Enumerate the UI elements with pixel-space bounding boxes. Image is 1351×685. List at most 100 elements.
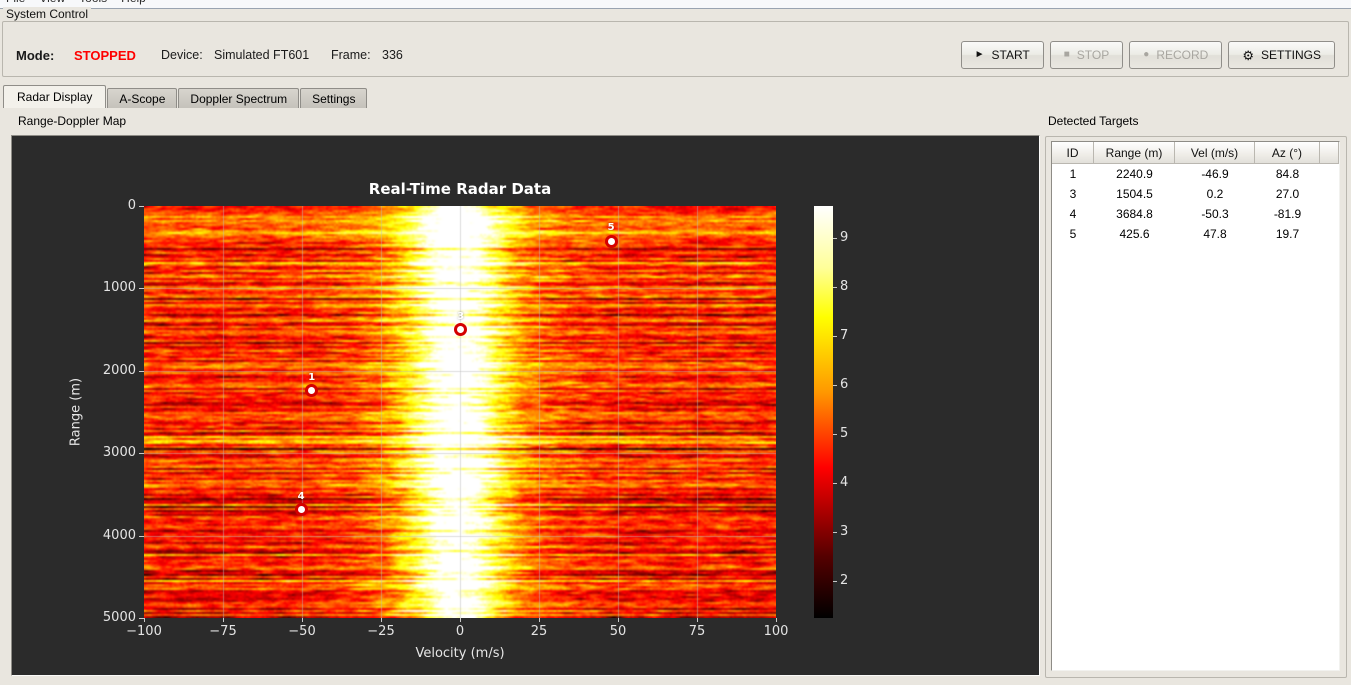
target-marker-label: 5 bbox=[607, 222, 615, 234]
menu-item-file[interactable]: File bbox=[6, 0, 25, 5]
x-tick-label: 50 bbox=[609, 624, 627, 639]
target-marker-4[interactable] bbox=[294, 503, 308, 517]
y-tick-label: 2000 bbox=[102, 362, 136, 378]
x-tick-label: −100 bbox=[126, 624, 162, 639]
table-cell: 0.2 bbox=[1206, 187, 1224, 201]
frame-label: Frame: bbox=[331, 48, 371, 62]
tab-settings[interactable]: Settings bbox=[300, 88, 368, 108]
y-tick-label: 5000 bbox=[102, 610, 136, 625]
x-tick-label: −25 bbox=[367, 624, 395, 639]
colorbar-tick-label: 6 bbox=[840, 376, 849, 392]
table-cell: 19.7 bbox=[1275, 227, 1300, 241]
table-cell: 4 bbox=[1069, 207, 1077, 221]
target-marker-label: 3 bbox=[457, 310, 465, 322]
colorbar-tick-label: 8 bbox=[840, 278, 849, 294]
y-tick bbox=[139, 288, 144, 290]
y-tick-label: 4000 bbox=[102, 527, 136, 543]
y-tick bbox=[139, 618, 144, 619]
column-header-filler bbox=[1320, 142, 1339, 164]
colorbar-tick-label: 9 bbox=[840, 229, 849, 245]
x-tick bbox=[460, 618, 461, 622]
target-marker-5[interactable] bbox=[604, 234, 618, 248]
colorbar-tick bbox=[833, 433, 837, 435]
mode-label: Mode: bbox=[16, 48, 55, 63]
colorbar-tick bbox=[833, 531, 837, 533]
x-tick-label: 100 bbox=[763, 624, 789, 639]
y-tick bbox=[139, 206, 144, 207]
table-cell: 1504.5 bbox=[1116, 187, 1153, 201]
column-header-vel-m-s-[interactable]: Vel (m/s) bbox=[1175, 142, 1255, 164]
tab-doppler-spectrum[interactable]: Doppler Spectrum bbox=[178, 88, 300, 108]
colorbar-tick bbox=[833, 286, 837, 288]
table-row[interactable]: 1 2240.9 -46.9 84.8 bbox=[1052, 164, 1339, 184]
y-tick-label: 1000 bbox=[102, 280, 136, 296]
target-marker-label: 1 bbox=[308, 371, 316, 383]
x-tick bbox=[697, 618, 698, 622]
table-cell: 2240.9 bbox=[1116, 167, 1153, 181]
table-cell: 5 bbox=[1069, 227, 1077, 241]
menu-item-view[interactable]: View bbox=[39, 0, 65, 5]
stop-icon: ■ bbox=[1063, 49, 1070, 60]
record-button-label: RECORD bbox=[1156, 48, 1209, 62]
device-value: Simulated FT601 bbox=[214, 48, 310, 62]
table-cell: 27.0 bbox=[1275, 187, 1300, 201]
column-header-range-m-[interactable]: Range (m) bbox=[1094, 142, 1175, 164]
table-cell: 84.8 bbox=[1275, 167, 1300, 181]
heatmap-canvas bbox=[144, 206, 776, 618]
table-cell: 3 bbox=[1069, 187, 1077, 201]
y-tick bbox=[139, 535, 144, 537]
targets-table: ID Range (m) Vel (m/s) Az (°) 1 2240.9 -46.9 8… bbox=[1051, 141, 1340, 671]
system-control-group: Mode: STOPPED Device: Simulated FT601 Fr… bbox=[2, 21, 1349, 77]
x-tick-label: 25 bbox=[530, 624, 548, 639]
system-control-group-label: System Control bbox=[3, 7, 92, 21]
colorbar bbox=[814, 206, 833, 618]
colorbar-tick bbox=[833, 237, 837, 239]
menu-bar: File View Tools Help bbox=[0, 0, 1351, 9]
table-row[interactable]: 5 425.6 47.8 19.7 bbox=[1052, 224, 1339, 244]
start-button[interactable]: ► START bbox=[960, 41, 1044, 69]
x-tick-label: −75 bbox=[209, 624, 237, 639]
colorbar-tick-label: 4 bbox=[840, 474, 849, 490]
detected-targets-group: ID Range (m) Vel (m/s) Az (°) 1 2240.9 -46.9 8… bbox=[1045, 136, 1347, 678]
colorbar-tick bbox=[833, 580, 837, 582]
colorbar-tick-label: 3 bbox=[840, 523, 849, 539]
table-row[interactable]: 4 3684.8 -50.3 -81.9 bbox=[1052, 204, 1339, 224]
colorbar-tick-label: 7 bbox=[840, 327, 849, 343]
settings-button[interactable]: ⚙ SETTINGS bbox=[1228, 41, 1335, 69]
x-tick bbox=[223, 618, 224, 622]
y-tick bbox=[139, 370, 144, 372]
column-header-id[interactable]: ID bbox=[1052, 142, 1094, 164]
start-button-label: START bbox=[991, 48, 1030, 62]
table-cell: -50.3 bbox=[1201, 207, 1229, 221]
menu-items: File View Tools Help bbox=[0, 0, 1351, 5]
app-window: File View Tools Help System Control Mode: S… bbox=[0, 0, 1351, 685]
colorbar-tick-label: 5 bbox=[840, 425, 849, 441]
table-row[interactable]: 3 1504.5 0.2 27.0 bbox=[1052, 184, 1339, 204]
y-tick-label: 0 bbox=[127, 198, 136, 213]
mode-value: STOPPED bbox=[74, 48, 136, 63]
colorbar-tick bbox=[833, 482, 837, 484]
stop-button: ■ STOP bbox=[1049, 41, 1124, 69]
y-tick-label: 3000 bbox=[102, 445, 136, 461]
x-tick bbox=[302, 618, 303, 622]
tab-bar: Radar Display A-Scope Doppler Spectrum Sett… bbox=[3, 85, 368, 108]
tab-a-scope[interactable]: A-Scope bbox=[107, 88, 178, 108]
colorbar-tick-label: 2 bbox=[840, 572, 849, 588]
colorbar-tick bbox=[833, 335, 837, 337]
column-header-az-[interactable]: Az (°) bbox=[1255, 142, 1320, 164]
tab-radar-display[interactable]: Radar Display bbox=[3, 85, 107, 108]
menu-item-help[interactable]: Help bbox=[121, 0, 146, 5]
device-label: Device: bbox=[161, 48, 203, 62]
stop-button-label: STOP bbox=[1076, 48, 1110, 62]
x-tick bbox=[776, 618, 777, 622]
table-cell: -46.9 bbox=[1201, 167, 1229, 181]
x-tick-label: 0 bbox=[455, 624, 465, 639]
x-tick bbox=[381, 618, 382, 622]
menu-item-tools[interactable]: Tools bbox=[79, 0, 107, 5]
range-doppler-map-label: Range-Doppler Map bbox=[18, 114, 127, 128]
colorbar-tick bbox=[833, 384, 837, 386]
x-tick-label: −50 bbox=[288, 624, 316, 639]
range-doppler-figure: Real-Time Radar Data Velocity (m/s) Rang… bbox=[11, 135, 1040, 676]
target-marker-label: 4 bbox=[297, 490, 305, 502]
detected-targets-label: Detected Targets bbox=[1048, 114, 1139, 128]
